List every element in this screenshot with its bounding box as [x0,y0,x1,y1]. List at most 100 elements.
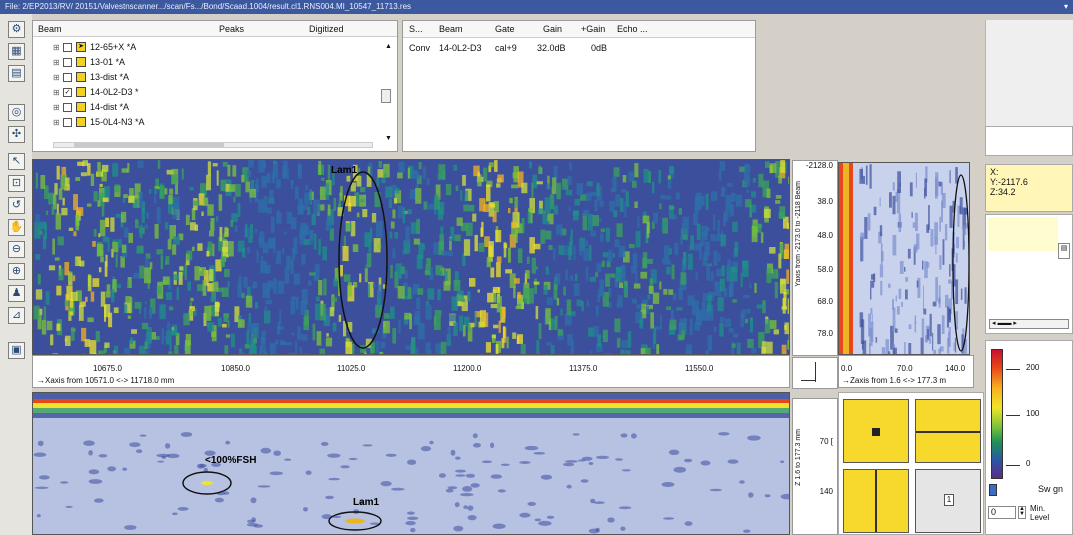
beam-icon [76,57,86,67]
checkbox[interactable] [63,72,72,82]
grid-icon[interactable]: ▤ [8,65,25,82]
target-icon[interactable]: ◎ [8,104,25,121]
tree-item[interactable]: ⊞ 13-dist *A [53,71,129,83]
tree-item-label: 12-65+X *A [90,42,137,52]
cursor-coordinates: X: Y:-2117.6 Z:34.2 [985,164,1073,212]
y-tick: 68.0 [817,297,833,306]
header-beam[interactable]: Beam [439,24,463,34]
info-list: ▤ ◂ ▬▬ ▸ [985,214,1073,334]
tree-item[interactable]: ⊞ 13-01 *A [53,56,125,68]
min-level-label: Min. Level [1030,504,1049,522]
header-gate[interactable]: Gate [495,24,515,34]
zoom-in-icon[interactable]: ⊕ [8,263,25,280]
tree-item[interactable]: ⊞ 14-dist *A [53,101,129,113]
info-highlight [988,217,1058,251]
scroll-thumb[interactable] [381,89,391,103]
indicator-bottom-right[interactable]: 1 [915,469,981,533]
indicator-dot [872,428,880,436]
min-level-input[interactable]: 0 [988,506,1016,519]
undo-icon[interactable]: ↺ [8,197,25,214]
header-digitized[interactable]: Digitized [309,24,344,34]
x-tick: 11200.0 [453,364,482,373]
zoom-out-icon[interactable]: ⊖ [8,241,25,258]
x-tick: 0.0 [841,364,853,373]
table-row[interactable]: Conv 14-0L2-D3 cal+9 32.0dB 0dB [403,43,755,55]
header-peaks[interactable]: Peaks [219,24,244,34]
end-view-image[interactable] [839,163,970,355]
settings-icon[interactable]: ⚙ [8,21,25,38]
header-echo[interactable]: Echo ... [617,24,648,34]
indicator-top-right[interactable] [915,399,981,463]
indicator-bottom-left[interactable] [843,469,909,533]
cell-plus-gain: 0dB [591,43,608,53]
indicator-count: 1 [944,494,954,506]
scroll-down-icon[interactable]: ▼ [385,135,392,142]
c-scan-view[interactable]: Lam1 [32,159,790,355]
right-input-box[interactable] [985,126,1073,156]
tree-item[interactable]: ⊞ ➤ 12-65+X *A [53,41,136,53]
indicator-line [875,470,877,532]
c-scan-image[interactable]: Lam1 [33,160,790,355]
select-arrow-icon[interactable]: ↖ [8,153,25,170]
window-menu-icon[interactable]: ▾ [1064,0,1068,14]
x-tick: 10850.0 [221,364,250,373]
tree-item[interactable]: ⊞ ✓ 14-0L2-D3 * [53,86,139,98]
color-scale-bar [991,349,1003,479]
scroll-thumb[interactable] [74,143,224,147]
scroll-icon[interactable]: ▤ [1058,243,1070,259]
layout-icon[interactable]: ▦ [8,43,25,60]
expand-icon[interactable]: ⊞ [53,103,63,112]
header-beam[interactable]: Beam [38,24,62,34]
swing-slider[interactable] [989,484,997,496]
marker-icon[interactable]: ♟ [8,285,25,302]
info-horizontal-scrollbar[interactable]: ◂ ▬▬ ▸ [989,319,1069,329]
b-scan-view[interactable]: <100%FSH Lam1 [32,392,790,535]
x-tick: 70.0 [897,364,913,373]
scale-mark [1006,369,1020,370]
y-tick: 48.0 [817,231,833,240]
expand-icon[interactable]: ⊞ [53,88,63,97]
palette-icon[interactable]: ▣ [8,342,25,359]
header-s[interactable]: S... [409,24,423,34]
checkbox-checked[interactable]: ✓ [63,87,72,97]
coord-x: X: [990,167,999,177]
checkbox[interactable] [63,42,72,52]
x-tick: 10675.0 [93,364,122,373]
tree-header: Beam Peaks Digitized [33,21,397,37]
tree-item[interactable]: ⊞ 15-0L4-N3 *A [53,116,145,128]
window-title-bar: File: 2/EP2013/RV/ 20151/Valvestnscanner… [0,0,1073,14]
tree-item-label: 14-0L2-D3 * [90,87,139,97]
c-scan-y-axis: -2128.0 38.0 48.0 58.0 68.0 78.0 Yaxis f… [792,160,838,356]
coord-z: Z:34.2 [990,187,1016,197]
header-plus-gain[interactable]: +Gain [581,24,605,34]
checkbox[interactable] [63,102,72,112]
level-label-line: Level [1030,513,1050,522]
scale-tick: 200 [1026,363,1040,372]
end-view[interactable] [838,162,970,355]
beam-icon [76,72,86,82]
expand-icon[interactable]: ⊞ [53,58,63,67]
expand-icon[interactable]: ⊞ [53,43,63,52]
checkbox[interactable] [63,57,72,67]
b-scan-y-axis: 70 [ 140 Z 1.6 to 177.3 mm [792,398,838,535]
measure-icon[interactable]: ⊿ [8,307,25,324]
indicator-top-left[interactable] [843,399,909,463]
checkbox[interactable] [63,117,72,127]
tree-horizontal-scrollbar[interactable] [53,142,373,148]
b-scan-image[interactable]: <100%FSH Lam1 [33,393,790,535]
tree-vertical-scrollbar[interactable]: ▲ ▼ [381,39,395,149]
color-scale: 200 100 0 Sw gn 0 ▲ ▼ Min. Level [985,340,1073,535]
expand-icon[interactable]: ⊞ [53,73,63,82]
expand-icon[interactable]: ⊞ [53,118,63,127]
beam-icon [76,102,86,112]
crosshair-icon[interactable]: ✣ [8,126,25,143]
cell-beam: 14-0L2-D3 [439,43,482,53]
corner-line [801,380,815,381]
zoom-box-icon[interactable]: ⊡ [8,175,25,192]
pan-hand-icon[interactable]: ✋ [8,219,25,236]
header-gain[interactable]: Gain [543,24,562,34]
min-level-spinner[interactable]: ▲ ▼ [1018,506,1026,519]
coord-y: Y:-2117.6 [990,177,1028,187]
tree-item-label: 13-dist *A [90,72,130,82]
scroll-up-icon[interactable]: ▲ [385,43,392,50]
